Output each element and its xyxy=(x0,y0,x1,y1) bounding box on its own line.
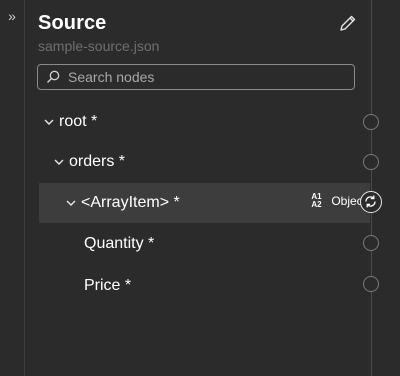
tree-node-label: root * xyxy=(59,113,98,130)
search-box xyxy=(37,64,355,90)
tree-node-label: orders * xyxy=(69,153,126,170)
connector-handle[interactable] xyxy=(363,235,379,251)
source-filename: sample-source.json xyxy=(38,38,160,54)
connector-handle[interactable] xyxy=(363,154,379,170)
tree-node-label: <ArrayItem> * xyxy=(81,194,180,211)
search-input[interactable] xyxy=(68,67,348,87)
sync-icon xyxy=(365,195,376,208)
tree-node-root[interactable]: root * xyxy=(39,102,374,142)
chevron-down-icon[interactable] xyxy=(43,116,55,128)
chevron-down-icon[interactable] xyxy=(65,197,77,209)
type-badge: A1 A2 Object xyxy=(311,193,366,209)
tree-node-label: Quantity * xyxy=(84,235,155,252)
tree-node-quantity[interactable]: Quantity * xyxy=(39,224,400,264)
search-icon xyxy=(47,70,60,83)
panel-title: Source xyxy=(38,12,107,34)
tree-node-array-item[interactable]: <ArrayItem> * A1 A2 Object xyxy=(39,183,370,223)
tree-node-label: Price * xyxy=(84,277,132,294)
tree-node-orders[interactable]: orders * xyxy=(39,142,384,182)
connector-handle[interactable] xyxy=(363,114,379,130)
pencil-icon[interactable] xyxy=(338,13,358,33)
source-panel: Source sample-source.json root * orders … xyxy=(25,0,400,376)
tree-node-price[interactable]: Price * xyxy=(39,266,400,306)
double-chevron-right-icon[interactable]: » xyxy=(4,8,20,24)
collapse-rail: » xyxy=(0,0,25,376)
connector-line xyxy=(371,0,372,376)
connector-handle-active[interactable] xyxy=(360,191,382,213)
object-type-icon: A1 A2 xyxy=(311,192,322,209)
connector-handle[interactable] xyxy=(363,276,379,292)
chevron-down-icon[interactable] xyxy=(53,156,65,168)
